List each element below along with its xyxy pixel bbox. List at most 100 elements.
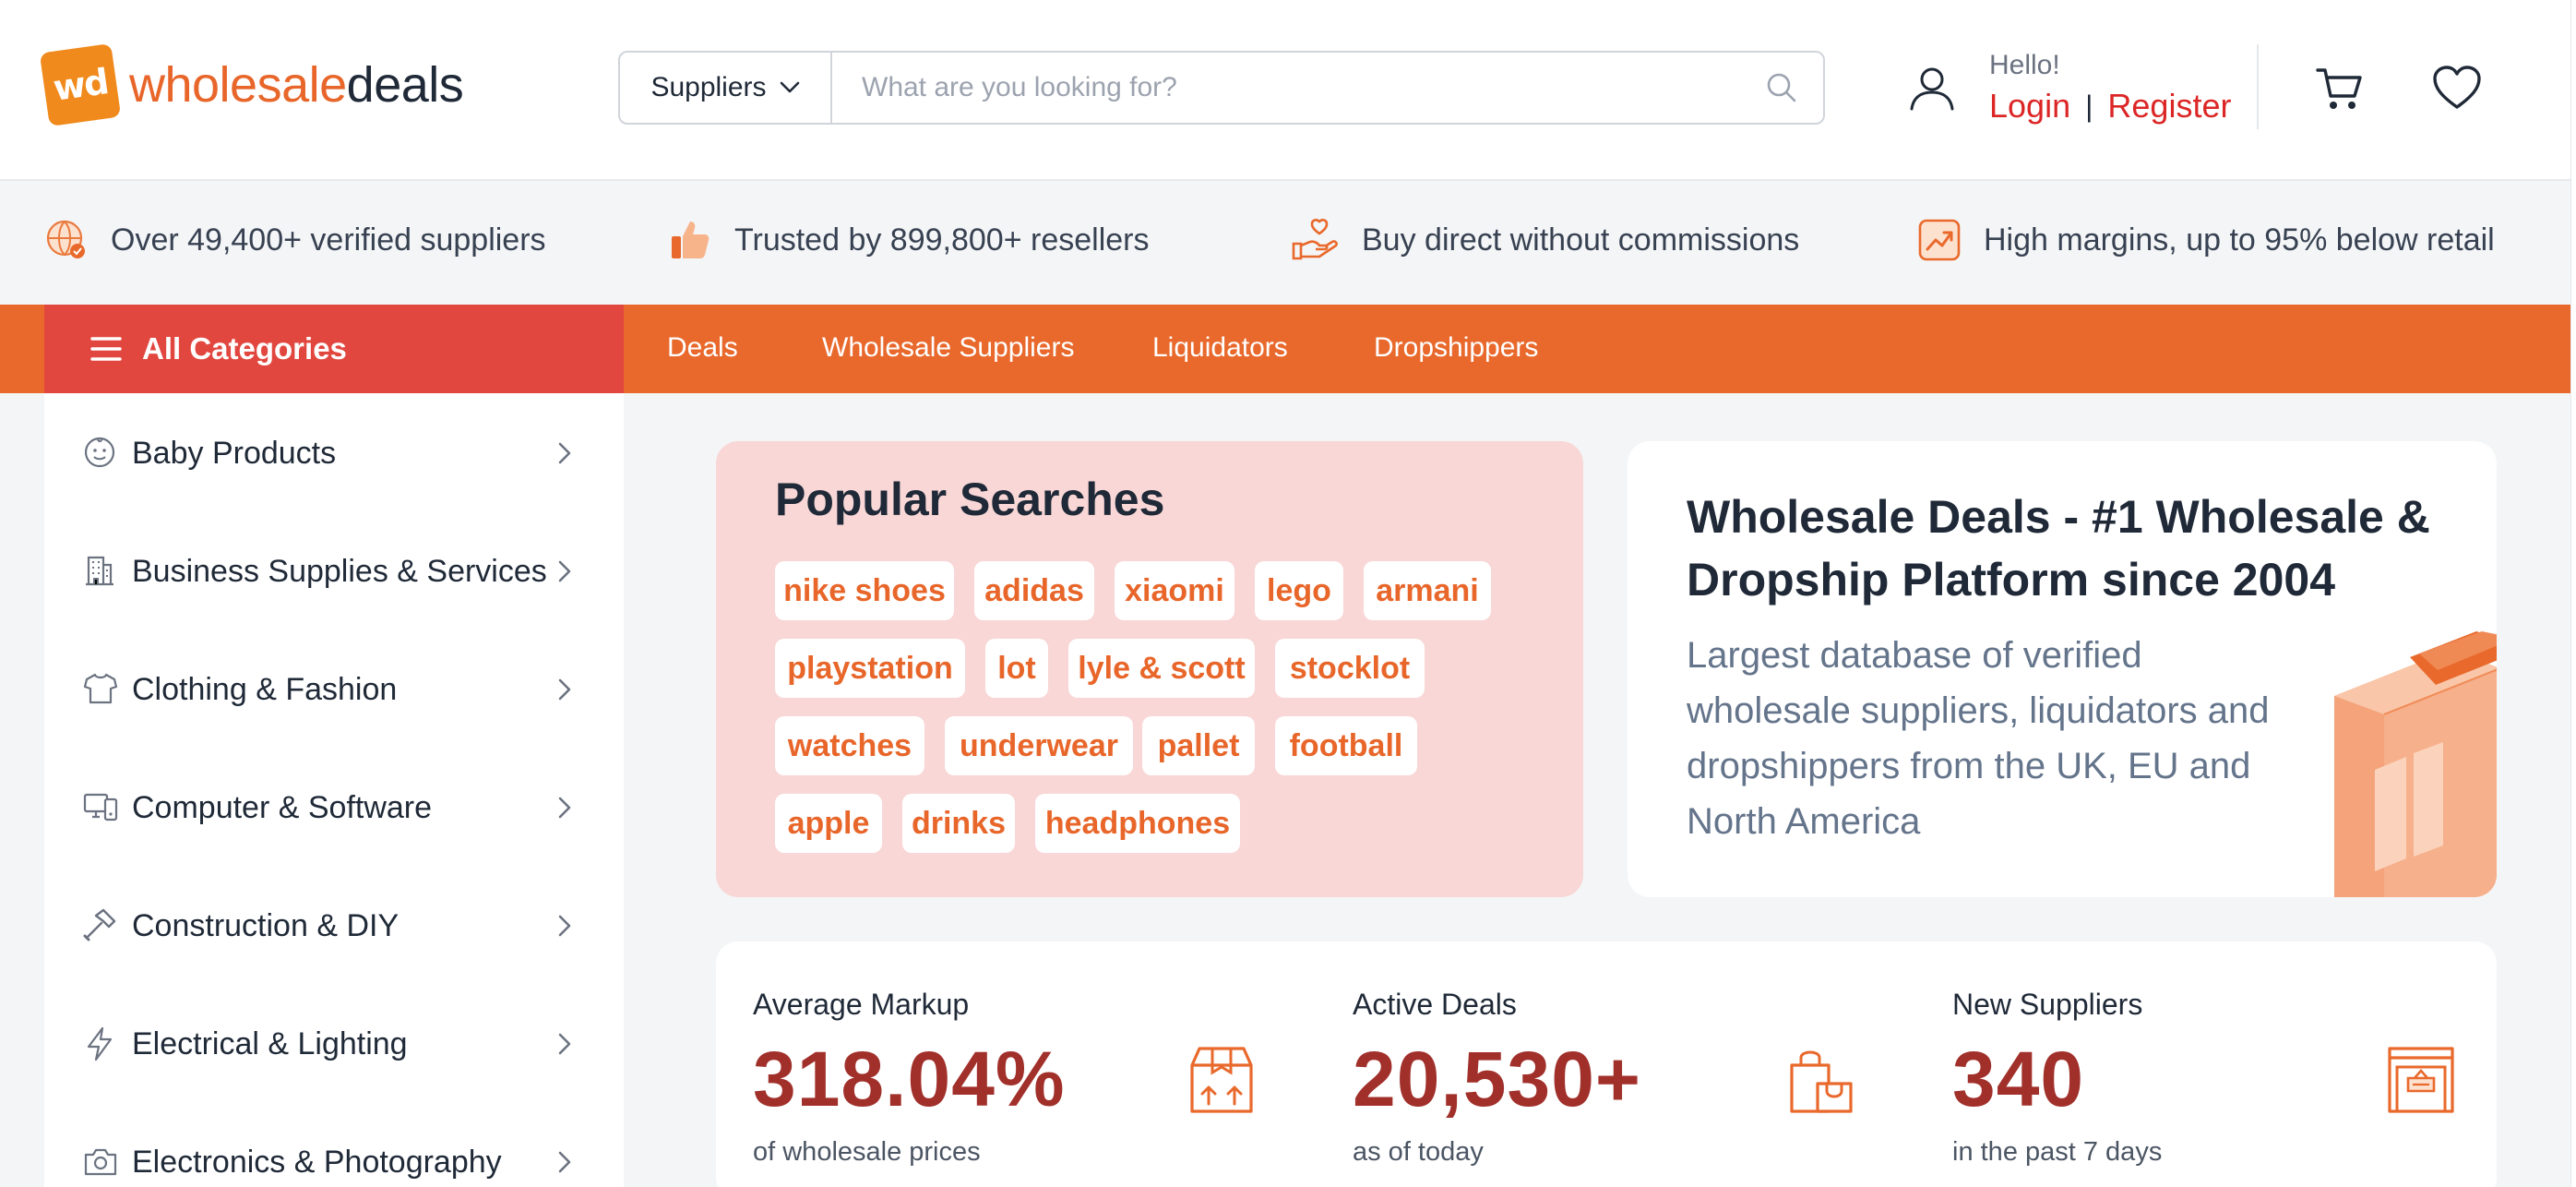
box-arrows-icon (1190, 1047, 1253, 1113)
heart-icon[interactable] (2432, 65, 2482, 111)
thumbs-up-icon (672, 222, 710, 258)
category-label: Construction & DIY (132, 908, 400, 943)
trust-text: Over 49,400+ verified suppliers (111, 222, 546, 258)
category-label: Computer & Software (132, 790, 433, 825)
chevron-right-icon (558, 560, 571, 582)
stats-panel: Average Markup 318.04% of wholesale pric… (716, 941, 2497, 1187)
category-label: Electronics & Photography (132, 1145, 502, 1180)
category-item-clothing-fashion[interactable]: Clothing & Fashion (44, 629, 624, 748)
category-item-business-supplies[interactable]: Business Supplies & Services (44, 511, 624, 629)
stat-value: 20,530+ (1353, 1036, 1641, 1122)
hero-card: Wholesale Deals - #1 Wholesale & Dropshi… (1628, 441, 2497, 897)
popular-searches-panel: Popular Searches nike shoes adidas xiaom… (716, 441, 1583, 897)
chevron-right-icon (558, 1151, 571, 1173)
search-tag[interactable]: lyle & scott (1068, 639, 1255, 698)
shopping-bag-icon (1790, 1050, 1853, 1113)
stat-sub: of wholesale prices (753, 1137, 981, 1167)
search-tag[interactable]: adidas (974, 561, 1094, 620)
trust-text: Trusted by 899,800+ resellers (734, 222, 1150, 258)
stat-sub: in the past 7 days (1952, 1137, 2163, 1167)
cart-icon[interactable] (2314, 65, 2366, 113)
hero-subtitle: Largest database of verified wholesale s… (1687, 635, 2270, 842)
nav-link-deals[interactable]: Deals (667, 332, 738, 364)
logo[interactable]: wd wholesaledeals (39, 42, 464, 127)
camera-icon (84, 1148, 117, 1176)
baby-icon (84, 437, 115, 468)
search-tag[interactable]: nike shoes (775, 561, 954, 620)
search-tag[interactable]: headphones (1035, 794, 1240, 853)
chevron-down-icon (780, 81, 799, 93)
page: wd wholesaledeals Suppliers Hello! Login… (0, 0, 2570, 1187)
chevron-right-icon (558, 678, 571, 701)
header: wd wholesaledeals Suppliers Hello! Login… (0, 0, 2570, 181)
logo-text-wholesale: wholesale (129, 57, 347, 113)
chevron-right-icon (558, 797, 571, 819)
building-icon (86, 556, 113, 586)
trust-text: High margins, up to 95% below retail (1984, 222, 2495, 258)
stat-label: New Suppliers (1952, 988, 2143, 1021)
logo-mark: wd (39, 42, 122, 127)
trust-text: Buy direct without commissions (1362, 222, 1800, 258)
warehouse-box-illustration (2334, 631, 2497, 897)
search-tag[interactable]: watches (775, 716, 924, 775)
search-input[interactable] (832, 53, 1740, 123)
trust-bar: Over 49,400+ verified suppliers Trusted … (0, 181, 2570, 305)
hero-title: Wholesale Deals - #1 Wholesale & Dropshi… (1687, 491, 2430, 605)
stat-average-markup: Average Markup 318.04% of wholesale pric… (753, 988, 1066, 1168)
search-tag[interactable]: playstation (775, 639, 965, 698)
trust-item-resellers: Trusted by 899,800+ resellers (668, 218, 1150, 262)
search-tag[interactable]: stocklot (1275, 639, 1425, 698)
all-categories-button[interactable]: All Categories (44, 305, 624, 393)
search-tag[interactable]: pallet (1142, 716, 1255, 775)
logo-mark-text: wd (51, 61, 110, 109)
category-label: Clothing & Fashion (132, 672, 398, 707)
category-sidebar: Baby Products Business Supplies & Servic… (44, 393, 624, 1187)
auth-links: Login | Register (1989, 87, 2231, 126)
category-item-baby-products[interactable]: Baby Products (44, 393, 624, 511)
nav-link-wholesale-suppliers[interactable]: Wholesale Suppliers (822, 332, 1074, 364)
category-label: Business Supplies & Services (132, 554, 547, 589)
greeting: Hello! (1989, 50, 2060, 80)
all-categories-label: All Categories (142, 331, 347, 366)
stat-label: Average Markup (753, 988, 970, 1021)
hamburger-menu-icon (90, 337, 122, 361)
search-tag[interactable]: drinks (902, 794, 1015, 853)
category-item-electrical-lighting[interactable]: Electrical & Lighting (44, 984, 624, 1102)
stat-value: 340 (1952, 1036, 2085, 1122)
chevron-right-icon (558, 442, 571, 464)
header-divider (2257, 44, 2259, 129)
nav-link-dropshippers[interactable]: Dropshippers (1374, 332, 1538, 364)
search-tag[interactable]: football (1275, 716, 1417, 775)
stat-new-suppliers: New Suppliers 340 in the past 7 days (1952, 988, 2162, 1168)
search-tag[interactable]: apple (775, 794, 882, 853)
search-tag[interactable]: lego (1255, 561, 1343, 620)
auth-separator: | (2085, 89, 2093, 123)
logo-text-deals: deals (346, 57, 464, 113)
trend-up-icon (1918, 219, 1961, 261)
search-icon[interactable] (1740, 53, 1823, 123)
search-category-select[interactable]: Suppliers (620, 53, 832, 123)
search-tag[interactable]: underwear (945, 716, 1133, 775)
search-tag[interactable]: armani (1364, 561, 1491, 620)
category-label: Baby Products (132, 436, 337, 471)
trust-item-suppliers: Over 49,400+ verified suppliers (44, 218, 546, 262)
category-item-computer-software[interactable]: Computer & Software (44, 748, 624, 866)
nav-link-liquidators[interactable]: Liquidators (1152, 332, 1288, 364)
register-link[interactable]: Register (2107, 87, 2231, 126)
search-category-label: Suppliers (650, 72, 767, 102)
user-icon[interactable] (1908, 65, 1956, 113)
category-label: Electrical & Lighting (132, 1026, 408, 1061)
stat-active-deals: Active Deals 20,530+ as of today (1353, 988, 1641, 1168)
login-link[interactable]: Login (1989, 87, 2070, 126)
stat-sub: as of today (1353, 1137, 1484, 1167)
search-tag[interactable]: lot (985, 639, 1048, 698)
open-shop-icon (2388, 1047, 2454, 1113)
trust-item-margins: High margins, up to 95% below retail (1917, 218, 2495, 262)
search-tag[interactable]: xiaomi (1115, 561, 1234, 620)
main-nav: All Categories Deals Wholesale Suppliers… (0, 305, 2570, 393)
hammer-icon (83, 908, 116, 941)
category-item-construction-diy[interactable]: Construction & DIY (44, 866, 624, 984)
globe-check-icon (46, 220, 85, 258)
category-item-electronics-photography[interactable]: Electronics & Photography (44, 1102, 624, 1187)
logo-text: wholesaledeals (129, 56, 464, 114)
